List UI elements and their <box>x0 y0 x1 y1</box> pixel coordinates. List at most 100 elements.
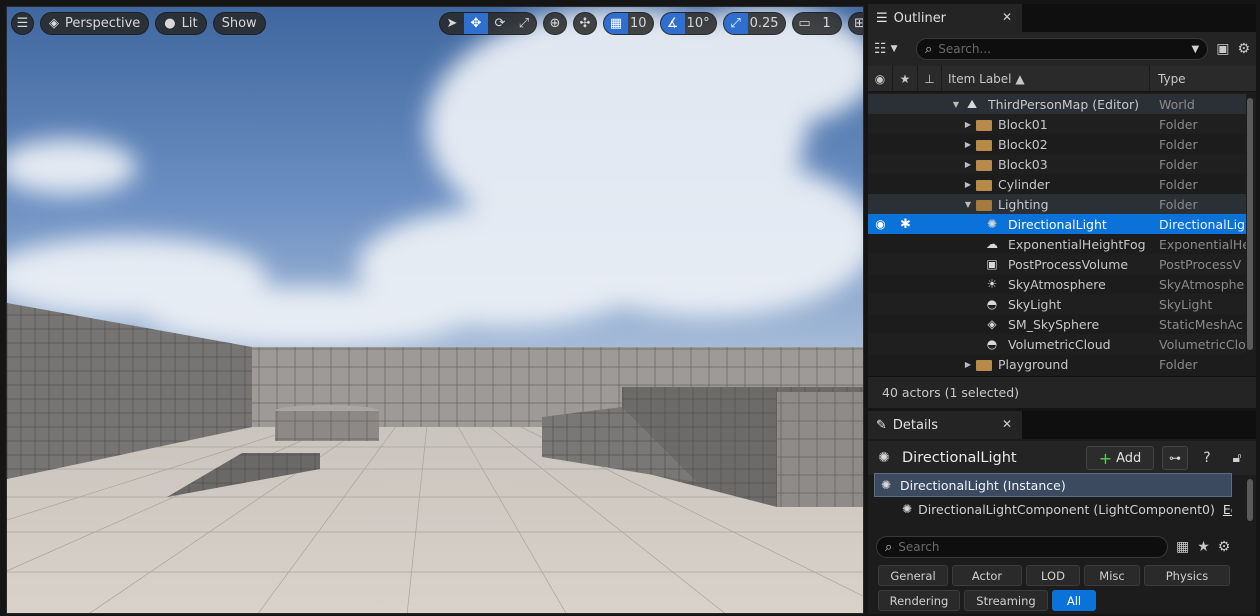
actor-name: ✺ DirectionalLight <box>876 450 1078 466</box>
tree-row-folder[interactable]: ▶ Block02 Folder <box>868 134 1246 154</box>
surface-snap-button[interactable]: ✣ <box>573 11 597 35</box>
world-space-button[interactable]: ⊕ <box>543 11 567 35</box>
tree-row-actor[interactable]: ☁ ExponentialHeightFog ExponentialHe <box>868 234 1246 254</box>
chevron-down-icon[interactable]: ▼ <box>1192 44 1200 55</box>
lock-icon[interactable]: 🔓︎ <box>1226 450 1248 466</box>
scale-snap-icon: ⤢ <box>730 15 741 31</box>
folder-icon <box>976 159 992 171</box>
outliner-search-row: ☷ ▼ ⌕ Search... ▼ ▣ ⚙ <box>868 32 1256 66</box>
close-icon[interactable]: ✕ <box>1002 417 1012 431</box>
tree-row-actor[interactable]: ◓ VolumetricCloud VolumetricClo <box>868 334 1246 354</box>
camera-speed-button[interactable]: ▭ <box>793 13 817 34</box>
category-all[interactable]: All <box>1052 590 1096 611</box>
select-tool-button[interactable]: ➤ <box>440 13 464 34</box>
item-label-column[interactable]: Item Label ▲ <box>942 65 1150 92</box>
directional-light-icon: ✺ <box>986 217 998 231</box>
outliner-tab[interactable]: ☰ Outliner ✕ <box>868 4 1022 32</box>
category-actor[interactable]: Actor <box>952 565 1022 586</box>
tree-row-folder[interactable]: ▶ Playground Folder <box>868 354 1246 374</box>
details-tab[interactable]: ✎ Details ✕ <box>868 411 1022 439</box>
eye-icon[interactable]: ◉ <box>868 217 893 231</box>
viewport-menu-button[interactable]: ☰ <box>11 11 34 35</box>
chevron-right-icon[interactable]: ▶ <box>962 120 974 129</box>
world-icon: ⛰ <box>966 96 978 111</box>
camera-speed-value[interactable]: 1 <box>817 13 841 34</box>
tree-row-actor[interactable]: ☀ SkyAtmosphere SkyAtmosphe <box>868 274 1246 294</box>
tree-row-folder[interactable]: ▶ Block03 Folder <box>868 154 1246 174</box>
tree-row-world[interactable]: ▼ ⛰ ThirdPersonMap (Editor) World <box>868 94 1246 114</box>
category-general[interactable]: General <box>878 565 948 586</box>
perspective-button[interactable]: ◈ Perspective <box>40 11 150 35</box>
outliner-icon: ☰ <box>876 10 888 26</box>
add-component-button[interactable]: + Add <box>1086 446 1154 470</box>
blueprint-button[interactable]: ⊶ <box>1162 446 1188 470</box>
translate-tool-button[interactable]: ✥ <box>464 12 488 34</box>
chevron-right-icon[interactable]: ▶ <box>962 160 974 169</box>
sphere-icon: ● <box>164 15 176 31</box>
scale-tool-button[interactable]: ⤢ <box>512 13 536 34</box>
tree-row-folder[interactable]: ▶ Cylinder Folder <box>868 174 1246 194</box>
level-viewport[interactable]: ☰ ◈ Perspective ● Lit Show ➤ ✥ ⟳ ⤢ ⊕ ✣ ▦… <box>6 6 864 614</box>
rotation-snap-toggle[interactable]: ∡ <box>660 12 685 34</box>
chevron-down-icon[interactable]: ▼ <box>962 200 974 209</box>
category-physics[interactable]: Physics <box>1144 565 1230 586</box>
component-row-instance[interactable]: ✺ DirectionalLight (Instance) <box>874 473 1232 497</box>
chevron-right-icon[interactable]: ▶ <box>962 360 974 369</box>
star-icon[interactable]: ★ <box>1197 539 1210 555</box>
table-view-icon[interactable]: ▦ <box>1176 539 1189 555</box>
visibility-column[interactable]: ◉ <box>868 65 893 92</box>
viewport-scene[interactable] <box>7 7 864 614</box>
type-column[interactable]: Type <box>1150 66 1246 92</box>
show-button[interactable]: Show <box>212 11 266 35</box>
pin-icon: ⊥ <box>924 71 935 86</box>
scale-icon: ⤢ <box>518 15 530 31</box>
scale-snap-value[interactable]: 0.25 <box>748 13 785 34</box>
grid-snap-value[interactable]: 10 <box>628 13 653 34</box>
category-rendering[interactable]: Rendering <box>878 590 960 611</box>
lit-button[interactable]: ● Lit <box>155 11 207 35</box>
favorite-column[interactable]: ★ <box>893 65 918 92</box>
folder-icon <box>976 359 992 371</box>
gear-icon[interactable]: ⚙ <box>1237 41 1250 57</box>
details-search-row: ⌕ Search ▦ ★ ⚙ <box>868 534 1256 560</box>
tree-row-actor[interactable]: ◓ SkyLight SkyLight <box>868 294 1246 314</box>
tree-row-folder-lighting[interactable]: ▼ Lighting Folder <box>868 194 1246 214</box>
edit-in-cpp-link[interactable]: Edit i <box>1223 502 1232 517</box>
scale-snap-toggle[interactable]: ⤢ <box>723 12 748 34</box>
outliner-search-input[interactable]: ⌕ Search... ▼ <box>916 38 1209 60</box>
folder-icon <box>976 179 992 191</box>
star-icon[interactable]: ✱ <box>893 217 918 232</box>
chevron-down-icon[interactable]: ▼ <box>950 100 962 109</box>
pin-column[interactable]: ⊥ <box>918 65 942 92</box>
rotate-tool-button[interactable]: ⟳ <box>488 13 512 34</box>
help-icon[interactable]: ? <box>1196 450 1218 466</box>
post-process-icon: ▣ <box>986 257 998 271</box>
outliner-tree: ▼ ⛰ ThirdPersonMap (Editor) World ▶ Block01… <box>868 94 1246 374</box>
filter-button[interactable]: ☷ ▼ <box>874 41 908 57</box>
category-streaming[interactable]: Streaming <box>964 590 1048 611</box>
details-search-input[interactable]: ⌕ Search <box>876 536 1168 558</box>
outliner-scrollbar[interactable] <box>1247 98 1253 350</box>
details-header: ✺ DirectionalLight + Add ⊶ ? 🔓︎ <box>868 441 1256 475</box>
rotation-snap-control: ∡ 10° <box>659 11 717 35</box>
tree-row-actor[interactable]: ◈ SM_SkySphere StaticMeshAc <box>868 314 1246 334</box>
chevron-right-icon[interactable]: ▶ <box>962 180 974 189</box>
rotation-snap-value[interactable]: 10° <box>685 13 716 34</box>
tree-row-actor[interactable]: ▣ PostProcessVolume PostProcessV <box>868 254 1246 274</box>
gear-icon[interactable]: ⚙ <box>1218 539 1231 555</box>
category-lod[interactable]: LOD <box>1026 565 1080 586</box>
sky-atmosphere-icon: ☀ <box>986 277 998 291</box>
move-icon: ✥ <box>470 15 482 31</box>
component-row-light[interactable]: ✺ DirectionalLightComponent (LightCompon… <box>874 497 1232 521</box>
tree-row-folder[interactable]: ▶ Block01 Folder <box>868 114 1246 134</box>
add-folder-icon[interactable]: ▣ <box>1216 41 1229 57</box>
grid-snap-toggle[interactable]: ▦ <box>604 12 628 34</box>
tree-row-directional-light[interactable]: ◉ ✱ ✺ DirectionalLight DirectionalLig <box>868 214 1246 234</box>
component-scrollbar[interactable] <box>1247 479 1253 521</box>
close-icon[interactable]: ✕ <box>1002 10 1012 24</box>
viewport-layout-button[interactable]: ⊞ <box>847 11 863 35</box>
chevron-right-icon[interactable]: ▶ <box>962 140 974 149</box>
category-misc[interactable]: Misc <box>1084 565 1140 586</box>
static-mesh-icon: ◈ <box>987 317 997 331</box>
globe-icon: ⊕ <box>549 15 561 31</box>
